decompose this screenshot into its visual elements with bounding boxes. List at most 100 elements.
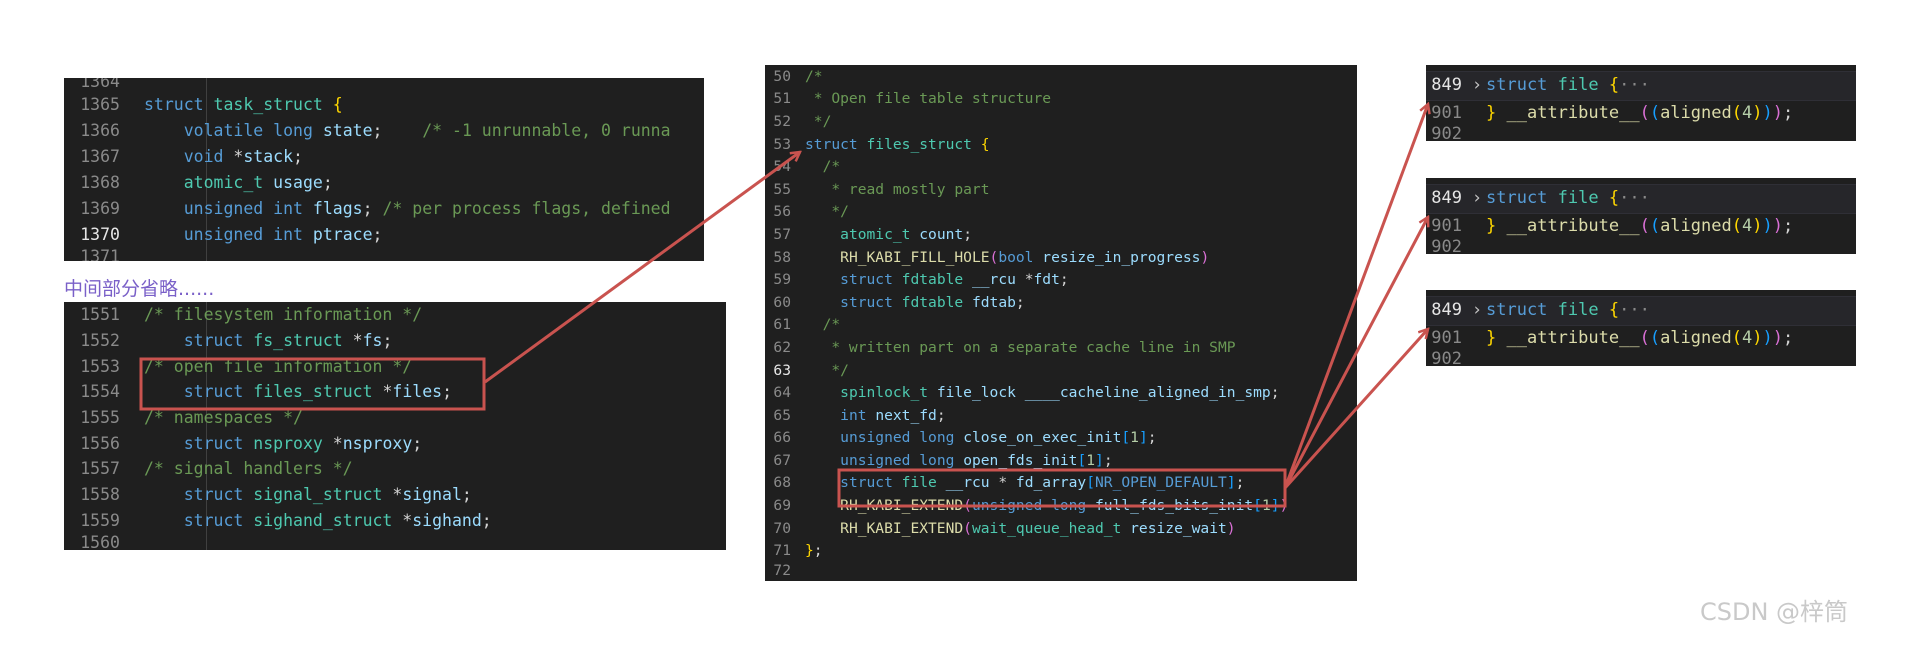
code-line: 1370 unsigned int ptrace;: [64, 221, 704, 247]
code-text: /* signal handlers */: [144, 459, 353, 479]
line-number: 62: [773, 338, 791, 356]
line-number: 1370: [80, 224, 120, 244]
code-text: } __attribute__((aligned(4)));: [1486, 216, 1794, 236]
code-line: 1369 unsigned int flags; /* per process …: [64, 195, 704, 221]
code-text: struct file {···: [1486, 188, 1650, 208]
line-number: 1560: [80, 533, 120, 550]
code-line: 70 RH_KABI_EXTEND(wait_queue_head_t resi…: [765, 517, 1357, 540]
code-text: /* filesystem information */: [144, 305, 423, 325]
line-number: 1552: [80, 331, 120, 351]
line-number: 1553: [80, 356, 120, 376]
code-line: 1560: [64, 533, 726, 550]
line-number: 1558: [80, 485, 120, 505]
line-number: 1551: [80, 305, 120, 325]
line-number: 902: [1431, 237, 1462, 254]
code-text: /*: [805, 67, 823, 85]
task-struct-tail-code-panel: 1551 /* filesystem information */ 1552 s…: [64, 302, 726, 550]
code-line: 54 /*: [765, 155, 1357, 178]
line-number: 1554: [80, 382, 120, 402]
code-line: 52 */: [765, 110, 1357, 133]
code-line: 849 › struct file {···: [1426, 296, 1856, 324]
code-text: struct file {···: [1486, 300, 1650, 320]
code-text: struct nsproxy *nsproxy;: [183, 433, 423, 453]
code-text: struct file {···: [1486, 75, 1650, 95]
code-line: 50 /*: [765, 65, 1357, 88]
code-text: struct file __rcu * fd_array[NR_OPEN_DEF…: [840, 474, 1245, 492]
code-text: struct fdtable fdtab;: [840, 293, 1025, 311]
code-line: 64 spinlock_t file_lock ____cacheline_al…: [765, 381, 1357, 404]
code-line: 69 RH_KABI_EXTEND(unsigned long full_fds…: [765, 494, 1357, 517]
omission-note: 中间部分省略......: [64, 278, 215, 300]
line-number: 50: [773, 67, 791, 85]
code-line: 55 * read mostly part: [765, 178, 1357, 201]
struct-file-code-panel: 849 › struct file {··· 901 } __attribute…: [1426, 65, 1856, 141]
line-number: 1366: [80, 120, 120, 140]
line-number: 53: [773, 135, 791, 153]
code-line: 902: [1426, 349, 1856, 366]
struct-file-code-panel: 849 › struct file {··· 901 } __attribute…: [1426, 178, 1856, 254]
code-line: 902: [1426, 237, 1856, 254]
line-number: 57: [773, 225, 791, 243]
code-line: 72: [765, 562, 1357, 579]
code-text: struct sighand_struct *sighand;: [183, 510, 492, 530]
code-text: */: [805, 203, 849, 221]
line-number: 1367: [80, 146, 120, 166]
struct-file-code-panel: 849 › struct file {··· 901 } __attribute…: [1426, 290, 1856, 366]
code-line: 1559 struct sighand_struct *sighand;: [64, 508, 726, 534]
files-struct-code-panel: 50 /* 51 * Open file table structure 52 …: [765, 65, 1357, 581]
code-line: 1368 atomic_t usage;: [64, 169, 704, 195]
line-number: 71: [773, 542, 791, 560]
code-line: 63 */: [765, 359, 1357, 382]
code-line: 60 struct fdtable fdtab;: [765, 291, 1357, 314]
fold-chevron-icon[interactable]: ›: [1468, 188, 1486, 208]
code-text: * Open file table structure: [805, 90, 1052, 108]
code-text: struct fs_struct *fs;: [183, 331, 393, 351]
code-line: 901 } __attribute__((aligned(4)));: [1426, 324, 1856, 352]
code-line: 58 RH_KABI_FILL_HOLE(bool resize_in_prog…: [765, 246, 1357, 269]
line-number: 59: [773, 271, 791, 289]
code-line: 1364: [64, 78, 704, 91]
code-text: struct files_struct {: [805, 135, 990, 153]
code-text: /*: [805, 158, 841, 176]
line-number: 1364: [80, 78, 120, 91]
code-line: 65 int next_fd;: [765, 404, 1357, 427]
line-number: 902: [1431, 124, 1462, 141]
code-line: 1366 volatile long state; /* -1 unrunnab…: [64, 117, 704, 143]
code-line: 1371: [64, 247, 704, 261]
code-text: int next_fd;: [840, 406, 946, 424]
code-line: 849 › struct file {···: [1426, 71, 1856, 99]
line-number: 901: [1431, 328, 1462, 348]
line-number: 849: [1431, 188, 1462, 208]
line-number: 1559: [80, 510, 120, 530]
code-line: 67 unsigned long open_fds_init[1];: [765, 449, 1357, 472]
line-number: 69: [773, 497, 791, 515]
line-number: 1557: [80, 459, 120, 479]
line-number: 901: [1431, 216, 1462, 236]
line-number: 55: [773, 180, 791, 198]
fold-chevron-icon[interactable]: ›: [1468, 300, 1486, 320]
line-number: 63: [773, 361, 791, 379]
code-line: 71 };: [765, 539, 1357, 562]
fold-chevron-icon[interactable]: ›: [1468, 75, 1486, 95]
line-number: 1371: [80, 247, 120, 261]
code-line: 1556 struct nsproxy *nsproxy;: [64, 430, 726, 456]
code-text: struct signal_struct *signal;: [183, 485, 472, 505]
line-number: 849: [1431, 300, 1462, 320]
line-number: 54: [773, 158, 791, 176]
line-number: 901: [1431, 103, 1462, 123]
code-text: };: [805, 542, 823, 560]
code-line: 68 struct file __rcu * fd_array[NR_OPEN_…: [765, 472, 1357, 495]
line-number: 1555: [80, 408, 120, 428]
code-line: 1553 /* open file information */: [64, 353, 726, 379]
code-line: 1558 struct signal_struct *signal;: [64, 482, 726, 508]
code-text: /* namespaces */: [144, 408, 303, 428]
csdn-watermark: CSDN @梓筒: [1700, 598, 1849, 626]
code-text: RH_KABI_EXTEND(unsigned long full_fds_bi…: [840, 497, 1289, 515]
line-number: 65: [773, 406, 791, 424]
code-line: 901 } __attribute__((aligned(4)));: [1426, 99, 1856, 127]
code-text: */: [805, 112, 832, 130]
code-line: 61 /*: [765, 314, 1357, 337]
code-text: RH_KABI_FILL_HOLE(bool resize_in_progres…: [840, 248, 1210, 266]
code-line: 849 › struct file {···: [1426, 184, 1856, 212]
line-number: 58: [773, 248, 791, 266]
